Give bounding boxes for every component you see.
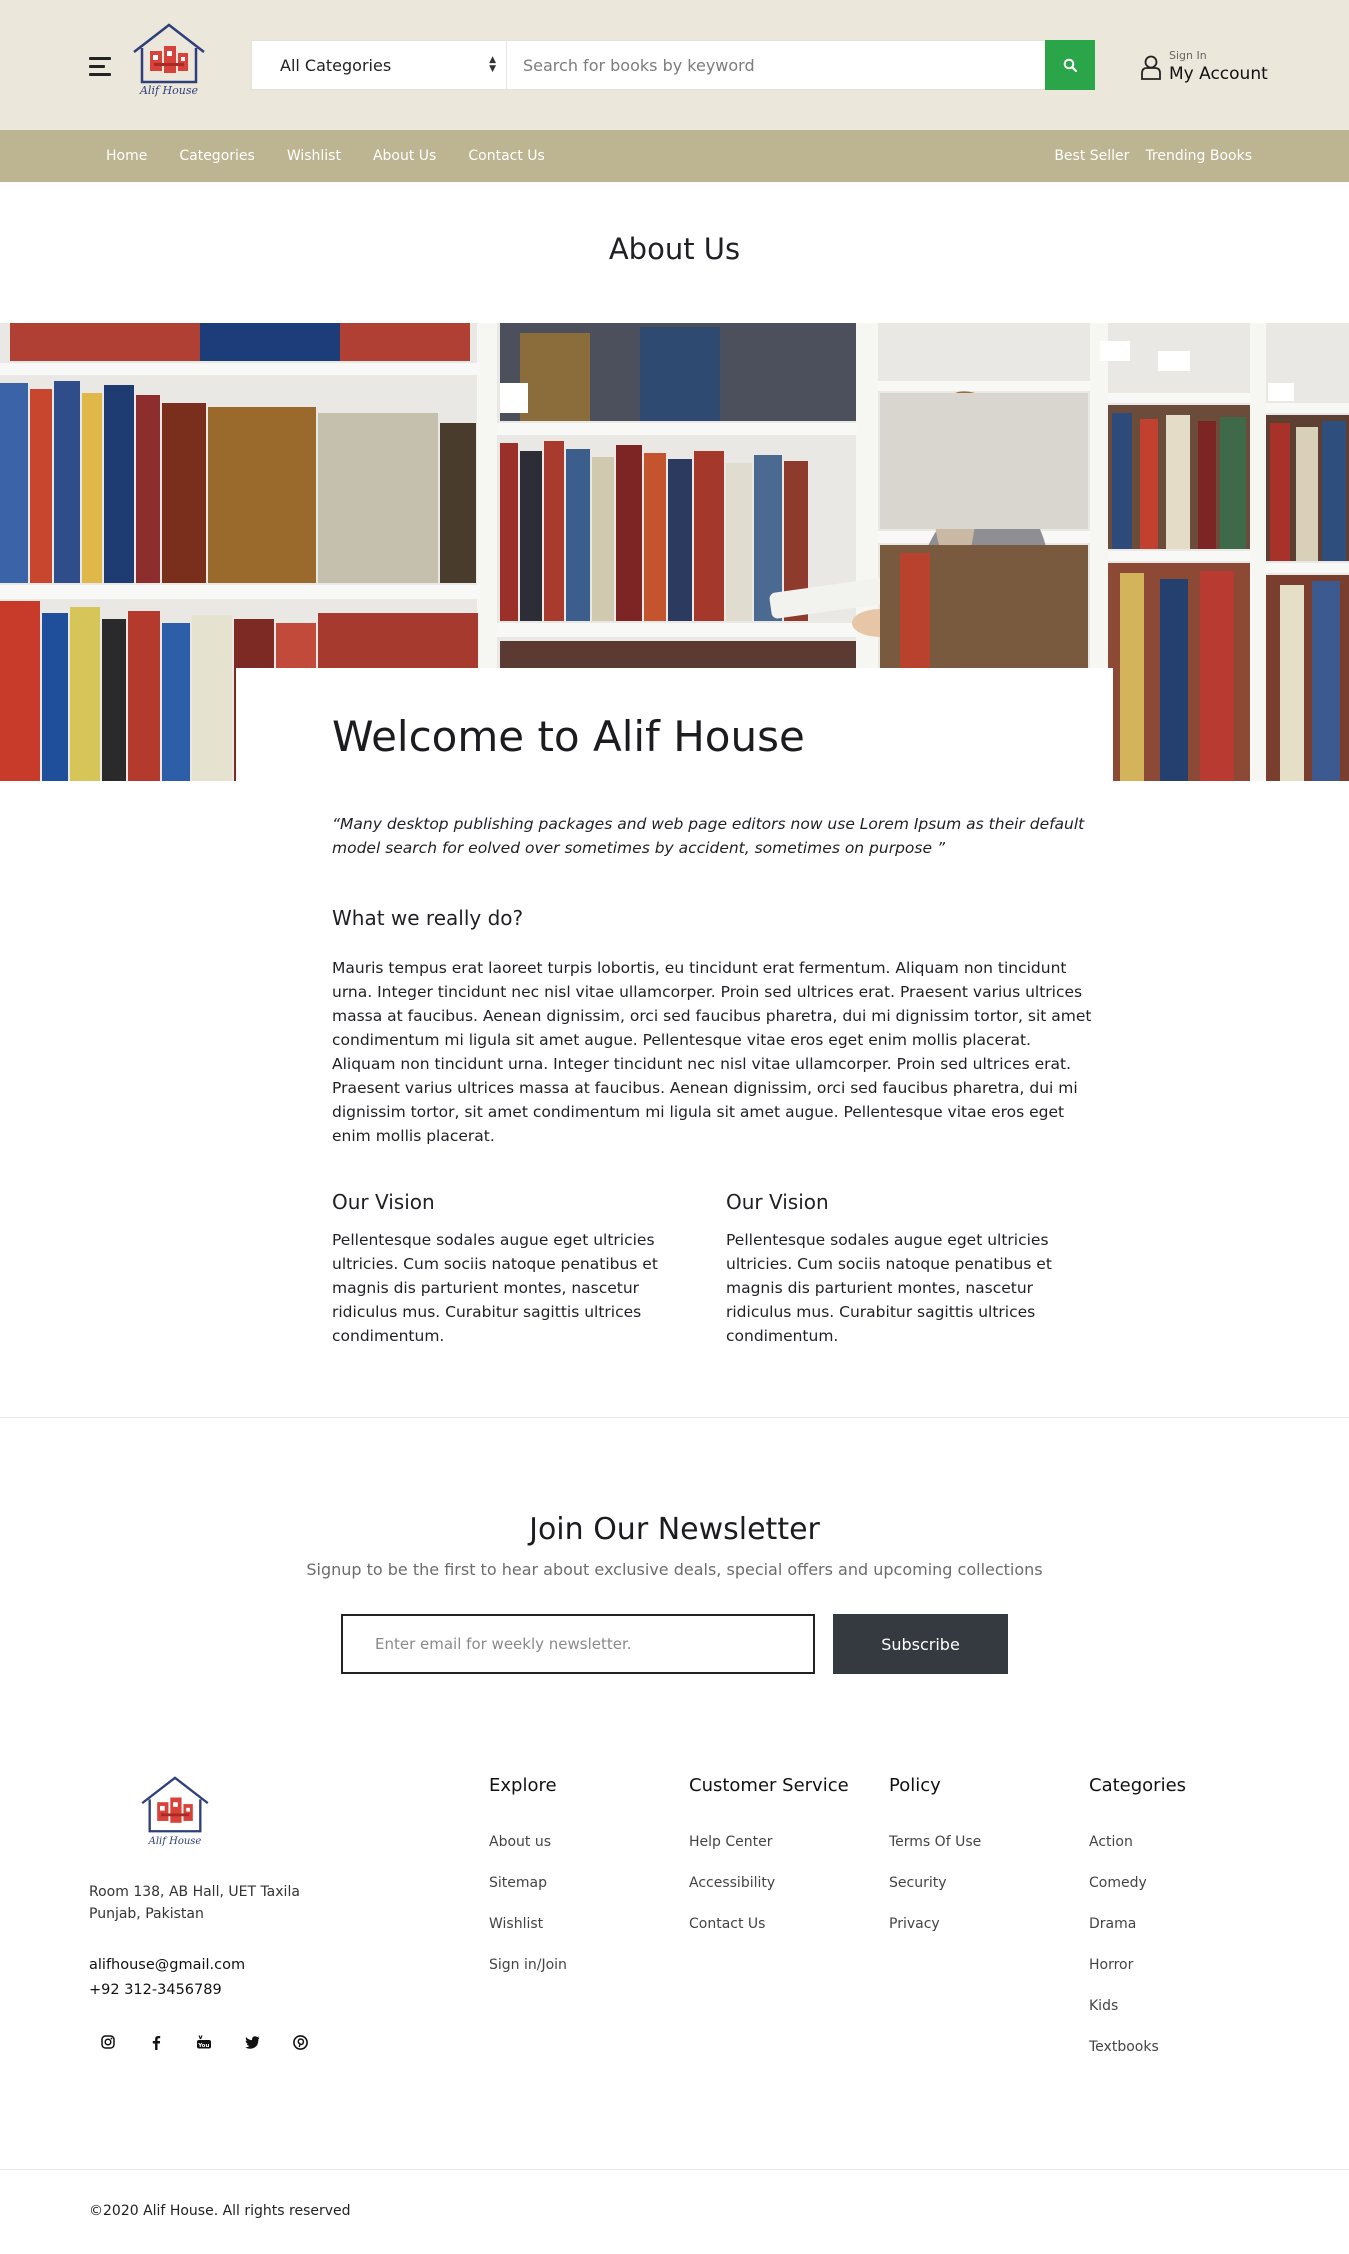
footer-col-categories: Categories Action Comedy Drama Horror Ki… bbox=[1089, 1775, 1186, 2080]
footer-col-title: Policy bbox=[889, 1775, 941, 1796]
nav-trending-books[interactable]: Trending Books bbox=[1145, 148, 1252, 164]
footer-link[interactable]: Sign in/Join bbox=[489, 1957, 567, 1998]
footer-col-customer-service: Customer Service Help Center Accessibili… bbox=[689, 1775, 849, 1957]
footer-link[interactable]: Help Center bbox=[689, 1834, 849, 1875]
logo-text: Alif House bbox=[139, 84, 198, 97]
footer-link[interactable]: Accessibility bbox=[689, 1875, 849, 1916]
svg-text:You: You bbox=[197, 2043, 209, 2049]
site-logo[interactable]: Alif House bbox=[130, 22, 208, 102]
welcome-heading: Welcome to Alif House bbox=[332, 712, 805, 761]
search-input[interactable] bbox=[508, 41, 1045, 89]
footer-phone: +92 312-3456789 bbox=[89, 1982, 222, 1998]
search-button[interactable] bbox=[1045, 40, 1095, 90]
nav-categories[interactable]: Categories bbox=[179, 148, 254, 164]
page-title: About Us bbox=[608, 232, 741, 266]
search-icon bbox=[1063, 58, 1077, 72]
footer-email[interactable]: alifhouse@gmail.com bbox=[89, 1953, 245, 1978]
vision-body: Pellentesque sodales augue eget ultricie… bbox=[332, 1231, 658, 1345]
house-logo-icon bbox=[141, 1776, 209, 1833]
category-select-value: All Categories bbox=[280, 55, 392, 75]
footer-link[interactable]: Kids bbox=[1089, 1998, 1186, 2039]
footer-col-title: Explore bbox=[489, 1775, 557, 1796]
footer-logo[interactable]: Alif House bbox=[138, 1775, 212, 1849]
footer-col-title: Customer Service bbox=[689, 1775, 849, 1796]
newsletter-email-input[interactable] bbox=[341, 1614, 815, 1674]
top-header: Alif House All Categories ▲▼ Sign In My … bbox=[0, 0, 1349, 130]
social-links: You bbox=[96, 2030, 336, 2054]
footer-link[interactable]: Privacy bbox=[889, 1916, 981, 1957]
footer-col-title: Categories bbox=[1089, 1775, 1187, 1796]
menu-icon[interactable] bbox=[89, 57, 113, 77]
footer-col-policy: Policy Terms Of Use Security Privacy bbox=[889, 1775, 981, 1957]
footer-link[interactable]: About us bbox=[489, 1834, 567, 1875]
what-we-do-body: Mauris tempus erat laoreet turpis lobort… bbox=[332, 959, 1092, 1145]
footer-logo-text: Alif House bbox=[148, 1836, 202, 1847]
footer-link[interactable]: Drama bbox=[1089, 1916, 1186, 1957]
footer-link[interactable]: Contact Us bbox=[689, 1916, 849, 1957]
footer-col-explore: Explore About us Sitemap Wishlist Sign i… bbox=[489, 1775, 567, 1998]
vision-block-2: Our Vision Pellentesque sodales augue eg… bbox=[726, 1190, 1096, 1348]
address-line: Room 138, AB Hall, UET Taxila bbox=[89, 1884, 300, 1900]
newsletter-subtitle: Signup to be the first to hear about exc… bbox=[306, 1560, 1043, 1579]
my-account-label: My Account bbox=[1169, 64, 1268, 84]
facebook-icon[interactable] bbox=[144, 2030, 168, 2054]
search-bar: All Categories ▲ ▼ bbox=[251, 40, 1095, 90]
youtube-icon[interactable]: You bbox=[192, 2030, 216, 2054]
footer-contact: alifhouse@gmail.com +92 312-3456789 bbox=[89, 1953, 245, 2003]
nav-wishlist[interactable]: Wishlist bbox=[287, 148, 341, 164]
subscribe-button[interactable]: Subscribe bbox=[833, 1614, 1008, 1674]
footer-link[interactable]: Comedy bbox=[1089, 1875, 1186, 1916]
instagram-icon[interactable] bbox=[96, 2030, 120, 2054]
nav-best-seller[interactable]: Best Seller bbox=[1054, 148, 1129, 164]
footer-link[interactable]: Sitemap bbox=[489, 1875, 567, 1916]
address-line: Punjab, Pakistan bbox=[89, 1906, 204, 1922]
account-link[interactable]: Sign In My Account bbox=[1138, 47, 1278, 87]
nav-contact-us[interactable]: Contact Us bbox=[468, 148, 544, 164]
footer-link[interactable]: Wishlist bbox=[489, 1916, 567, 1957]
footer-link[interactable]: Textbooks bbox=[1089, 2039, 1186, 2080]
footer-link[interactable]: Terms Of Use bbox=[889, 1834, 981, 1875]
nav-about-us[interactable]: About Us bbox=[373, 148, 436, 164]
nav-home[interactable]: Home bbox=[106, 148, 147, 164]
vision-heading: Our Vision bbox=[726, 1190, 829, 1214]
about-quote: “Many desktop publishing packages and we… bbox=[332, 815, 1085, 857]
category-select[interactable]: All Categories ▲ ▼ bbox=[252, 41, 507, 89]
vision-body: Pellentesque sodales augue eget ultricie… bbox=[726, 1231, 1052, 1345]
newsletter-title: Join Our Newsletter bbox=[529, 1512, 820, 1547]
user-icon bbox=[1141, 55, 1161, 80]
twitter-icon[interactable] bbox=[240, 2030, 264, 2054]
copyright: ©2020 Alif House. All rights reserved bbox=[89, 2203, 351, 2219]
vision-heading: Our Vision bbox=[332, 1190, 435, 1214]
what-we-do-heading: What we really do? bbox=[332, 906, 524, 930]
footer-link[interactable]: Security bbox=[889, 1875, 981, 1916]
vision-block-1: Our Vision Pellentesque sodales augue eg… bbox=[332, 1190, 702, 1348]
select-caret-icon: ▲ ▼ bbox=[489, 55, 496, 74]
signin-label: Sign In bbox=[1169, 49, 1207, 62]
house-logo-icon bbox=[133, 23, 205, 84]
section-divider bbox=[0, 1417, 1349, 1418]
footer-divider bbox=[0, 2169, 1349, 2170]
pinterest-icon[interactable] bbox=[288, 2030, 312, 2054]
footer-address: Room 138, AB Hall, UET Taxila Punjab, Pa… bbox=[89, 1881, 300, 1925]
footer-link[interactable]: Action bbox=[1089, 1834, 1186, 1875]
main-nav: Home Categories Wishlist About Us Contac… bbox=[0, 130, 1349, 182]
footer-link[interactable]: Horror bbox=[1089, 1957, 1186, 1998]
